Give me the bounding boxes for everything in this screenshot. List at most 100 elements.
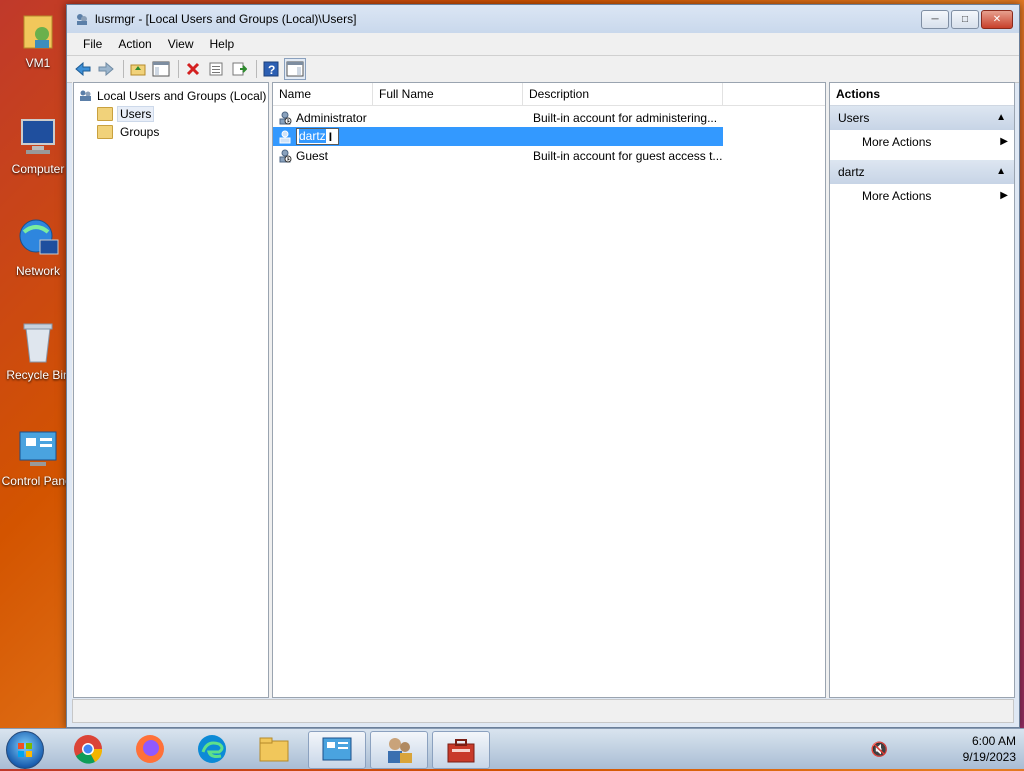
delete-button[interactable] [183,59,203,79]
collapse-up-icon: ▲ [996,112,1006,123]
user-icon [279,130,291,143]
show-hide-tree-icon [152,61,170,77]
table-row[interactable]: Administrator Built-in account for admin… [273,108,825,127]
table-row-selected[interactable]: dartz I [273,127,723,146]
tree-pane: Local Users and Groups (Local) Users Gro… [73,82,269,698]
column-header-full-name[interactable]: Full Name [373,83,523,105]
table-row[interactable]: Guest Built-in account for guest access … [273,146,825,165]
help-icon: ? [263,61,279,77]
close-button[interactable]: ✕ [981,9,1013,29]
tree-item-label: Groups [120,125,160,139]
cell-description: Built-in account for guest access t... [533,148,723,163]
taskbar-control-panel[interactable] [308,731,366,769]
user-list-pane: Name Full Name Description Administrator… [272,82,826,698]
desktop-icon-label: Computer [11,162,65,176]
taskbar-edge[interactable] [184,731,240,767]
actions-more-actions-users[interactable]: More Actions ▶ [830,130,1014,154]
column-header-row: Name Full Name Description [273,83,825,106]
desktop-icon-computer[interactable]: Computer [0,114,76,176]
taskbar-firefox[interactable] [122,731,178,767]
tree-root-label: Local Users and Groups (Local) [97,89,267,103]
collapse-up-icon: ▲ [996,166,1006,177]
column-header-name[interactable]: Name [273,83,373,105]
cell-description: Built-in account for administering... [533,110,718,125]
submenu-arrow-icon: ▶ [1000,136,1008,147]
console-body: Local Users and Groups (Local) Users Gro… [72,82,1015,698]
toolbar-separator [256,60,257,78]
show-hide-tree-button[interactable] [151,59,171,79]
desktop-icon-label: Recycle Bin [6,368,70,382]
user-icon [279,111,292,124]
help-button[interactable]: ? [261,59,281,79]
maximize-icon: □ [961,13,969,25]
menu-action[interactable]: Action [110,37,159,51]
taskbar-user-accounts[interactable] [370,731,428,769]
start-button[interactable] [6,731,44,769]
tree-item-users[interactable]: Users [74,105,268,123]
window-title: lusrmgr - [Local Users and Groups (Local… [95,12,357,26]
tree-root[interactable]: Local Users and Groups (Local) [74,87,268,105]
chrome-icon [74,735,103,764]
tree-item-groups[interactable]: Groups [74,123,268,141]
app-icon [77,14,87,25]
menu-bar: File Action View Help [67,33,1019,56]
taskbar-chrome[interactable] [60,731,116,767]
clock[interactable]: 6:00 AM 9/19/2023 [963,733,1016,765]
toolbar-separator [123,60,124,78]
properties-icon [209,62,223,76]
menu-view[interactable]: View [160,37,202,51]
minimize-button[interactable]: ─ [921,9,949,29]
recycle-bin-icon [16,320,60,364]
menu-file[interactable]: File [75,37,110,51]
forward-button[interactable] [96,59,116,79]
taskbar: 🔇 6:00 AM 9/19/2023 [0,728,1024,769]
desktop-icon-recycle-bin[interactable]: Recycle Bin [0,320,76,382]
clock-time: 6:00 AM [971,734,1016,748]
up-folder-button[interactable] [128,59,148,79]
show-hide-action-pane-button[interactable] [284,58,306,80]
actions-section-label: Users [838,111,870,125]
show-hide-action-pane-icon [286,61,304,77]
back-button[interactable] [73,59,93,79]
taskbar-computer-management[interactable] [432,731,490,769]
maximize-button[interactable]: □ [951,9,979,29]
clock-date: 9/19/2023 [962,750,1016,764]
menu-help[interactable]: Help [202,37,243,51]
title-bar[interactable]: lusrmgr - [Local Users and Groups (Local… [67,5,1019,33]
status-bar [72,699,1014,723]
lusrmgr-window: lusrmgr - [Local Users and Groups (Local… [66,4,1020,728]
forward-icon [98,62,114,76]
edge-icon [198,735,226,763]
text-cursor-icon: I [328,129,333,144]
file-explorer-icon [259,737,289,762]
desktop-icon-control-panel[interactable]: Control Panel [0,426,76,488]
export-list-icon [232,62,247,76]
column-header-description[interactable]: Description [523,83,723,105]
volume-muted-icon[interactable]: 🔇 [871,741,888,758]
toolbar-separator [178,60,179,78]
tree-item-label: Users [117,106,155,122]
computer-management-icon [447,739,475,763]
actions-section-dartz[interactable]: dartz ▲ [830,160,1014,184]
desktop-icon-vm1[interactable]: VM1 [0,8,76,70]
taskbar-file-explorer[interactable] [246,731,302,767]
actions-more-actions-dartz[interactable]: More Actions ▶ [830,184,1014,208]
delete-icon [186,62,200,76]
actions-item-label: More Actions [862,189,932,203]
actions-title: Actions [830,83,1014,106]
firefox-icon [136,735,164,763]
svg-text:?: ? [268,63,275,77]
actions-section-users[interactable]: Users ▲ [830,106,1014,130]
cell-name: Guest [296,148,329,163]
user-accounts-icon [388,738,412,763]
export-list-button[interactable] [229,59,249,79]
submenu-arrow-icon: ▶ [1000,190,1008,201]
rename-input[interactable]: dartz [296,128,339,145]
rename-input-text: dartz [299,129,326,143]
user-folder-icon [16,8,60,52]
properties-button[interactable] [206,59,226,79]
close-icon: ✕ [992,13,1002,25]
desktop-icon-network[interactable]: Network [0,216,76,278]
computer-icon [16,114,60,158]
desktop-icon-label: VM1 [25,56,51,70]
